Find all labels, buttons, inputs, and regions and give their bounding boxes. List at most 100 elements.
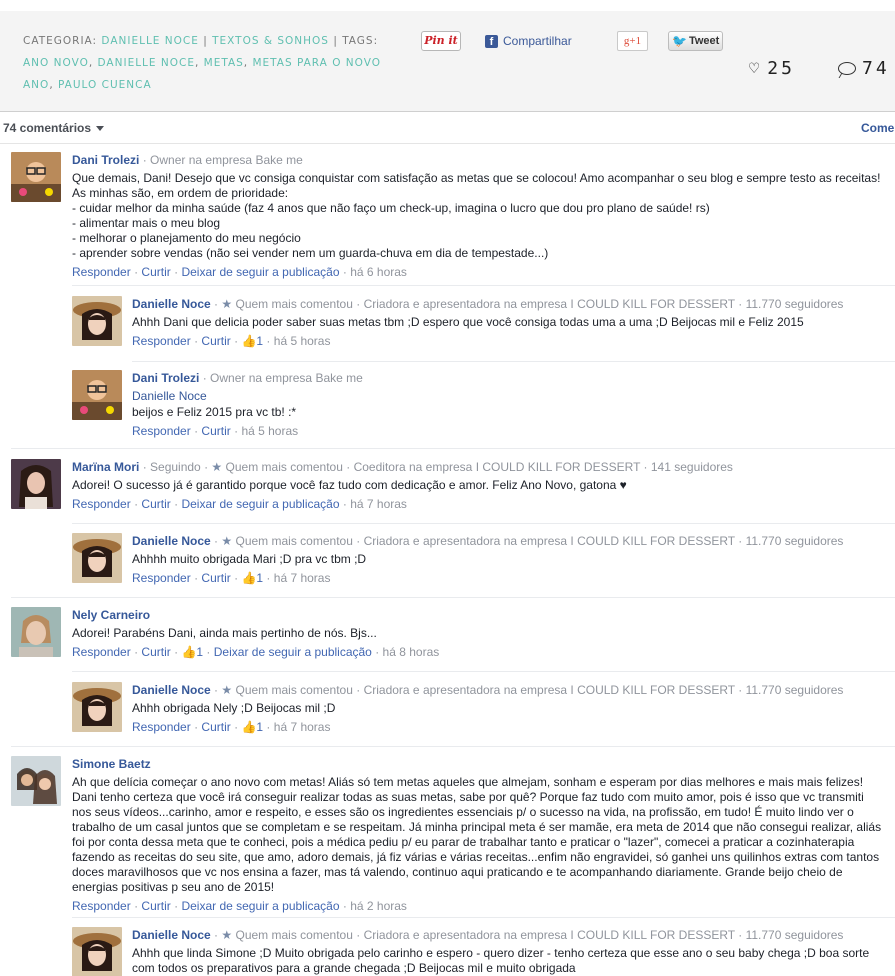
comment-link[interactable]: Comentar [861,121,895,135]
facebook-icon: f [485,34,498,48]
comment-author[interactable]: Danielle Noce [132,534,211,548]
like-count[interactable]: 1 [196,645,203,659]
avatar[interactable] [72,296,122,346]
comments-count: 74 [862,58,890,79]
star-icon: ★ [221,534,233,548]
comment-time[interactable]: há 6 horas [350,265,407,279]
reply-link[interactable]: Responder [132,424,191,438]
reply-link[interactable]: Responder [72,899,131,913]
likes-count: 25 [767,58,795,79]
company-link[interactable]: I COULD KILL FOR DESSERT [570,297,735,311]
comment-actions: Responder · Curtir · 👍1 · Deixar de segu… [72,645,440,659]
avatar[interactable] [11,607,61,657]
reply-link[interactable]: Responder [132,334,191,348]
comment-bubble-icon [838,62,856,75]
category-link-textos-sonhos[interactable]: TEXTOS & SONHOS [212,35,329,47]
comments-counter[interactable]: 74 [838,58,890,79]
comment-time[interactable]: há 7 horas [274,571,331,585]
divider [11,448,895,449]
divider [11,597,895,598]
pinit-button[interactable]: Pin it [421,31,461,51]
reply-link[interactable]: Responder [132,571,191,585]
divider [132,361,895,362]
like-link[interactable]: Curtir [201,571,230,585]
like-link[interactable]: Curtir [141,497,170,511]
comment: Simone Baetz Ah que delícia começar o an… [72,757,892,914]
comment-time[interactable]: há 7 horas [350,497,407,511]
reply: Danielle Noce · ★ Quem mais comentou · C… [132,928,892,976]
comment-author[interactable]: Dani Trolezi [72,153,139,167]
comment-author[interactable]: Danielle Noce [132,683,211,697]
comment-actions: Responder · Curtir · 👍1 · há 7 horas [132,720,331,734]
comment-author[interactable]: Nely Carneiro [72,608,150,622]
like-link[interactable]: Curtir [201,424,230,438]
avatar[interactable] [72,927,122,976]
divider [11,746,895,747]
reply-link[interactable]: Responder [132,720,191,734]
comment-time[interactable]: há 8 horas [383,645,440,659]
like-link[interactable]: Curtir [201,334,230,348]
like-count[interactable]: 1 [256,720,263,734]
avatar[interactable] [11,459,61,509]
avatar[interactable] [72,533,122,583]
comment-author[interactable]: Danielle Noce [132,928,211,942]
tag-link-ano-novo[interactable]: ANO NOVO [23,57,89,69]
company-link[interactable]: I COULD KILL FOR DESSERT [570,928,735,942]
comment-actions: Responder · Curtir · 👍1 · há 7 horas [132,571,331,585]
unfollow-link[interactable]: Deixar de seguir a publicação [181,497,339,511]
star-icon: ★ [211,460,223,474]
heart-icon: ♡ [749,58,760,79]
avatar[interactable] [72,370,122,420]
like-link[interactable]: Curtir [141,645,170,659]
comment-author[interactable]: Simone Baetz [72,757,151,771]
google-plus-button[interactable]: g+1 [617,31,648,51]
comment-time[interactable]: há 5 horas [274,334,331,348]
avatar[interactable] [72,682,122,732]
comment-text: Ahhhh muito obrigada Mari ;D pra vc tbm … [132,552,367,566]
avatar[interactable] [11,756,61,806]
company-link[interactable]: I COULD KILL FOR DESSERT [570,683,735,697]
facebook-share-button[interactable]: f Compartilhar [485,33,572,49]
comment-time[interactable]: há 5 horas [241,424,298,438]
unfollow-link[interactable]: Deixar de seguir a publicação [181,265,339,279]
thumbs-up-icon: 👍 [181,645,197,659]
like-link[interactable]: Curtir [141,899,170,913]
reply-link[interactable]: Responder [72,265,131,279]
category-label: CATEGORIA: [23,35,98,47]
reply: Dani Trolezi · Owner na empresa Bake me … [132,371,892,439]
tag-link-paulo-cuenca[interactable]: PAULO CUENCA [58,79,152,91]
company-link[interactable]: I COULD KILL FOR DESSERT [476,460,641,474]
company-link[interactable]: Bake me [255,153,302,167]
comment-text: Ahhh Dani que delicia poder saber suas m… [132,315,804,329]
comment-time[interactable]: há 7 horas [274,720,331,734]
category-link-danielle-noce[interactable]: DANIELLE NOCE [101,35,198,47]
comments-header: 74 comentários Comentar [0,112,895,144]
avatar[interactable] [11,152,61,202]
star-icon: ★ [221,928,233,942]
unfollow-link[interactable]: Deixar de seguir a publicação [214,645,372,659]
mention-link[interactable]: Danielle Noce [132,389,892,404]
comments-count-dropdown[interactable]: 74 comentários [3,121,105,135]
tags-label: TAGS: [342,35,379,47]
comment-author[interactable]: Dani Trolezi [132,371,199,385]
unfollow-link[interactable]: Deixar de seguir a publicação [181,899,339,913]
tweet-button[interactable]: 🐦 Tweet [668,31,723,51]
tag-link-danielle-noce[interactable]: DANIELLE NOCE [98,57,195,69]
tag-link-metas[interactable]: METAS [204,57,244,69]
reply-link[interactable]: Responder [72,645,131,659]
thumbs-up-icon: 👍 [241,720,257,734]
reply-link[interactable]: Responder [72,497,131,511]
likes-counter[interactable]: ♡ 25 [749,58,795,79]
like-count[interactable]: 1 [256,334,263,348]
thumbs-up-icon: 👍 [241,334,257,348]
like-link[interactable]: Curtir [201,720,230,734]
comment-author[interactable]: Danielle Noce [132,297,211,311]
company-link[interactable]: I COULD KILL FOR DESSERT [570,534,735,548]
company-link[interactable]: Bake me [315,371,362,385]
divider [72,285,895,286]
like-link[interactable]: Curtir [141,265,170,279]
comment-time[interactable]: há 2 horas [350,899,407,913]
like-count[interactable]: 1 [256,571,263,585]
comment-author[interactable]: Marïna Mori [72,460,139,474]
post-meta-bar: CATEGORIA: DANIELLE NOCE | TEXTOS & SONH… [0,11,895,112]
